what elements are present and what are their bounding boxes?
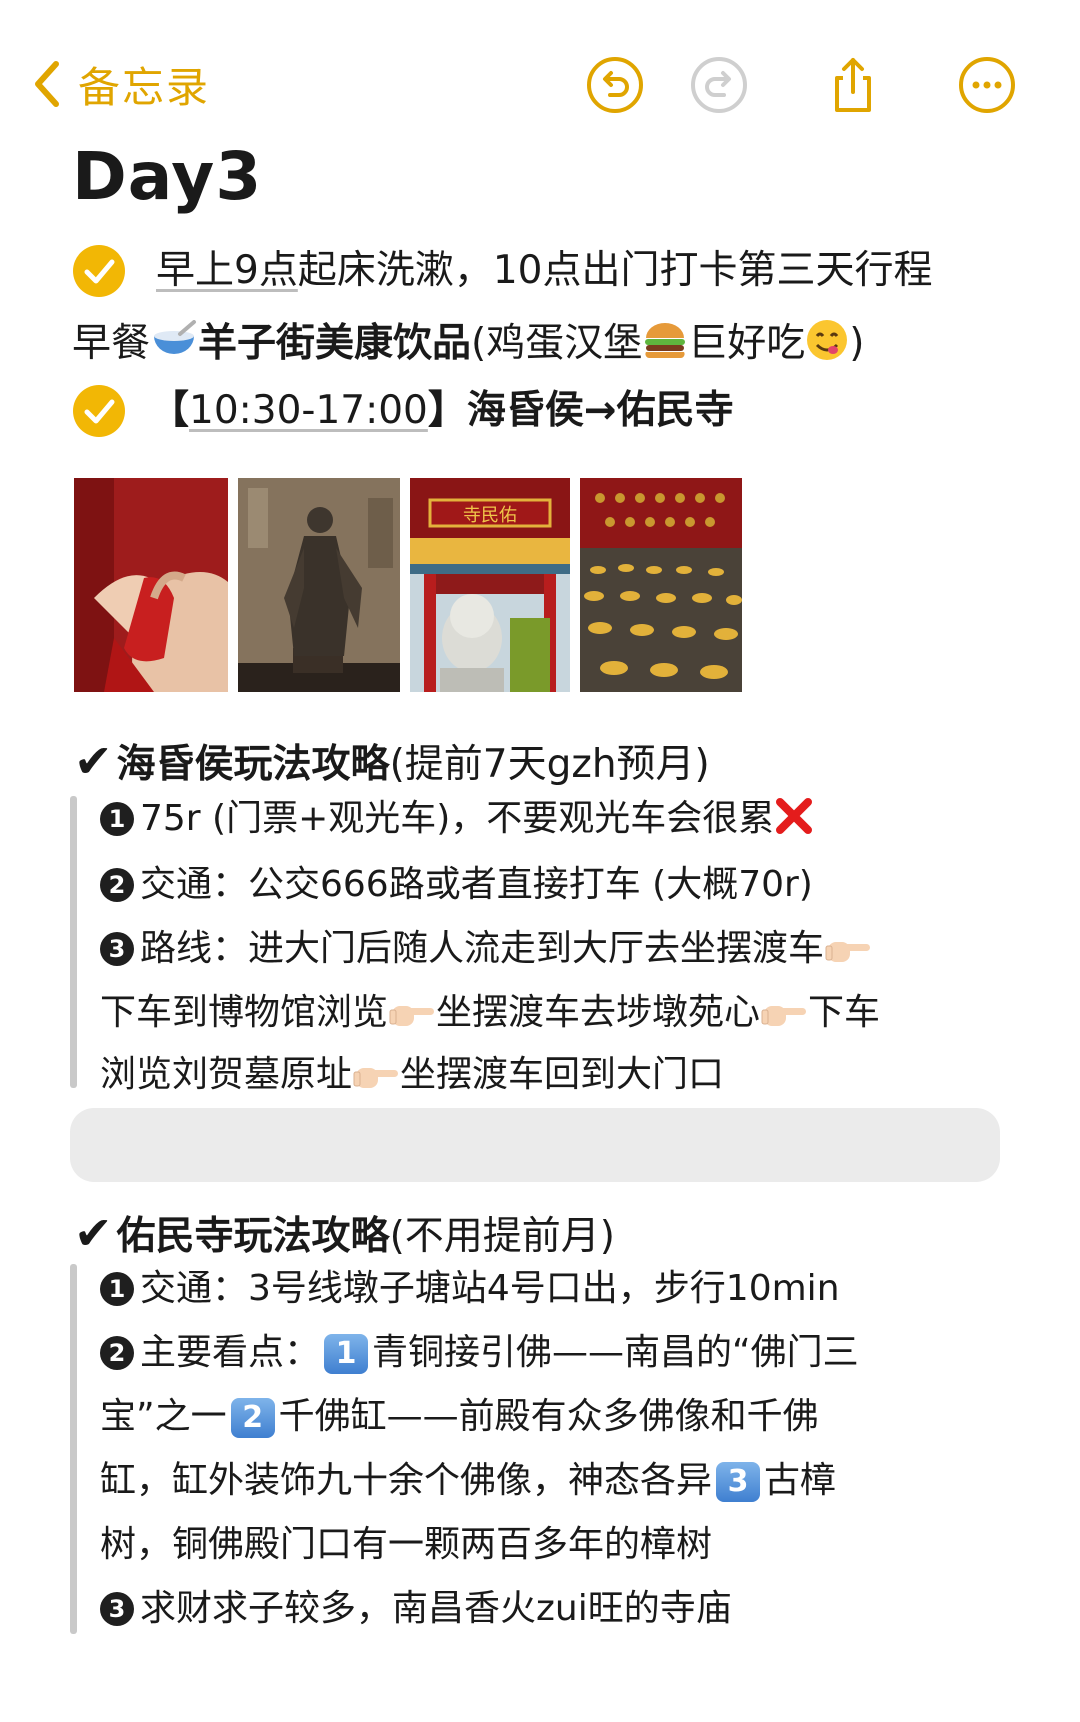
list-item: 宝”之一 2 千佛缸——前殿有众多佛像和千佛	[100, 1394, 819, 1440]
photo-thumbnail-4[interactable]	[580, 478, 742, 692]
task-line-2[interactable]: 【10:30-17:00】海昏侯→佑民寺	[150, 386, 734, 436]
temple-sign-text: 寺民佑	[463, 505, 517, 526]
number-badge: 2	[100, 868, 134, 902]
photo-thumbnail-3[interactable]: 寺民佑	[410, 478, 570, 692]
quote-bar	[70, 1264, 77, 1634]
number-badge: 3	[100, 1592, 134, 1626]
hands-red-ribbon-image	[74, 478, 228, 692]
temple-gate-image: 寺民佑	[410, 478, 570, 692]
number-badge: 3	[100, 932, 134, 966]
keycap-1-icon: 1	[324, 1334, 369, 1374]
photo-thumbnail-2[interactable]	[238, 478, 400, 692]
section-note: (不用提前月)	[389, 1214, 615, 1259]
section-heading-haihunhou: ✔ 海昏侯玩法攻略(提前7天gzh预月)	[74, 736, 710, 790]
empty-block[interactable]	[70, 1108, 1000, 1182]
section-title: 佑民寺玩法攻略	[116, 1214, 390, 1259]
keycap-2-icon: 2	[230, 1398, 275, 1438]
list-item: 1 交通：3号线墩子塘站4号口出，步行10min	[100, 1266, 840, 1312]
list-item: 2 主要看点： 1 青铜接引佛——南昌的“佛门三	[100, 1330, 859, 1376]
item-text: 缸，缸外装饰九十余个佛像，神态各异	[100, 1460, 713, 1501]
list-item: 2 交通：公交666路或者直接打车 (大概70r)	[100, 862, 813, 908]
item-text: 坐摆渡车去埗墩苑心	[436, 992, 761, 1033]
checkmark-icon: ✔	[74, 1206, 113, 1260]
breakfast-detail: (鸡蛋汉堡	[471, 321, 643, 366]
time-link[interactable]: 早上9点	[156, 248, 298, 293]
task-line-1-text: 起床洗漱，10点出门打卡第三天行程	[297, 248, 933, 293]
item-text: 浏览刘贺墓原址	[100, 1054, 353, 1095]
section-note: (提前7天gzh预月)	[389, 742, 710, 787]
item-text: 坐摆渡车回到大门口	[400, 1054, 725, 1095]
redo-icon	[691, 57, 747, 113]
list-item: 缸，缸外装饰九十余个佛像，神态各异 3 古樟	[100, 1458, 836, 1504]
note-title: Day3	[72, 138, 263, 215]
list-item: 浏览刘贺墓原址 坐摆渡车回到大门口	[100, 1052, 724, 1104]
burger-emoji-icon	[642, 320, 688, 375]
photo-thumbnail-1[interactable]	[74, 478, 228, 692]
undo-icon	[587, 57, 643, 113]
bowl-emoji-icon	[150, 320, 198, 375]
list-item: 3 路线：进大门后随人流走到大厅去坐摆渡车	[100, 926, 872, 978]
breakfast-line: 早餐 羊子街美康饮品(鸡蛋汉堡 巨好吃)	[72, 318, 864, 375]
route-text: 海昏侯→佑民寺	[466, 388, 734, 433]
back-label: 备忘录	[78, 62, 211, 112]
pointing-hand-icon	[760, 996, 808, 1042]
item-text: 75r (门票+观光车)，不要观光车会很累	[140, 798, 775, 839]
quote-bar	[70, 796, 77, 1088]
number-badge: 2	[100, 1336, 134, 1370]
item-text: 古樟	[764, 1460, 837, 1501]
more-button[interactable]	[958, 56, 1016, 114]
checkmark-circle-icon	[73, 385, 125, 437]
number-badge: 1	[100, 1272, 134, 1306]
item-text: 下车到博物馆浏览	[100, 992, 389, 1033]
keycap-3-icon: 3	[716, 1462, 761, 1502]
pointing-hand-icon	[388, 996, 436, 1042]
breakfast-review: 巨好吃	[688, 321, 806, 366]
share-icon	[835, 58, 871, 112]
breakfast-close: )	[849, 321, 865, 366]
ellipsis-icon	[959, 57, 1015, 113]
section-heading-youminsi: ✔ 佑民寺玩法攻略(不用提前月)	[74, 1208, 615, 1262]
redo-button[interactable]	[690, 56, 748, 114]
item-text: 交通：3号线墩子塘站4号口出，步行10min	[140, 1268, 840, 1309]
list-item: 3 求财求子较多，南昌香火zui旺的寺庙	[100, 1586, 732, 1632]
share-button[interactable]	[824, 56, 882, 114]
item-text: 交通：公交666路或者直接打车 (大概70r)	[140, 864, 813, 905]
cross-mark-icon	[774, 796, 814, 848]
number-badge: 1	[100, 802, 134, 836]
pointing-hand-icon	[352, 1058, 400, 1104]
checkmark-circle-icon	[73, 245, 125, 297]
list-item: 1 75r (门票+观光车)，不要观光车会很累	[100, 796, 814, 848]
chevron-left-icon	[35, 61, 59, 107]
item-text: 宝”之一	[100, 1396, 227, 1437]
list-item: 下车到博物馆浏览 坐摆渡车去埗墩苑心 下车	[100, 990, 880, 1042]
gold-coins-image	[580, 478, 742, 692]
checkbox-checked[interactable]	[72, 244, 126, 298]
item-text: 路线：进大门后随人流走到大厅去坐摆渡车	[140, 928, 825, 969]
section-title: 海昏侯玩法攻略	[116, 742, 390, 787]
bronze-statue-image	[238, 478, 400, 692]
checkmark-icon: ✔	[74, 734, 113, 788]
item-text: 树，铜佛殿门口有一颗两百多年的樟树	[100, 1524, 713, 1565]
shop-name: 羊子街美康饮品	[198, 321, 472, 366]
item-text: 下车	[808, 992, 881, 1033]
yum-face-emoji-icon	[805, 318, 849, 375]
item-text: 千佛缸——前殿有众多佛像和千佛	[278, 1396, 819, 1437]
list-item: 树，铜佛殿门口有一颗两百多年的樟树	[100, 1522, 712, 1568]
item-text: 主要看点：	[140, 1332, 321, 1373]
route-bracket-close: 】	[427, 388, 467, 433]
pointing-hand-icon	[824, 932, 872, 978]
route-bracket-open: 【	[150, 388, 190, 433]
breakfast-prefix: 早餐	[72, 321, 151, 366]
checkbox-checked[interactable]	[72, 384, 126, 438]
time-range-link[interactable]: 10:30-17:00	[189, 388, 428, 433]
item-text: 青铜接引佛——南昌的“佛门三	[372, 1332, 859, 1373]
back-button[interactable]: 备忘录	[30, 52, 210, 116]
item-text: 求财求子较多，南昌香火zui旺的寺庙	[140, 1588, 732, 1629]
undo-button[interactable]	[586, 56, 644, 114]
task-line-1[interactable]: 早上9点起床洗漱，10点出门打卡第三天行程	[156, 246, 932, 296]
